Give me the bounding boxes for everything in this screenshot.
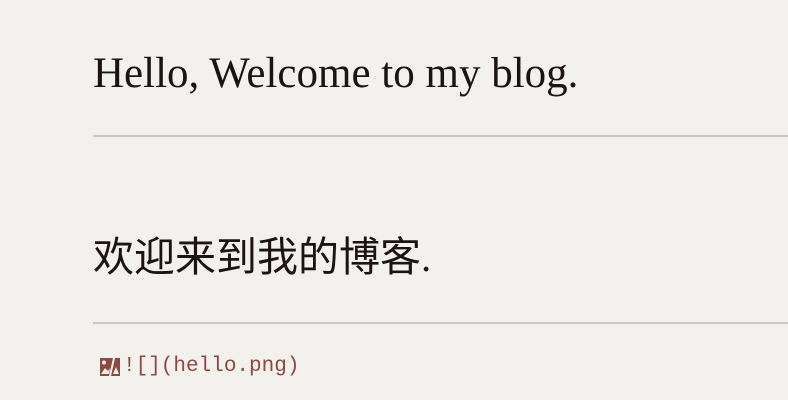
broken-image-markdown: ![](hello.png): [123, 355, 300, 378]
broken-image-icon: [99, 356, 121, 378]
blog-page: Hello, Welcome to my blog. 欢迎来到我的博客. ![]…: [0, 0, 788, 400]
heading-welcome-en: Hello, Welcome to my blog.: [93, 50, 579, 97]
horizontal-rule: [93, 135, 788, 137]
heading-welcome-zh: 欢迎来到我的博客.: [93, 234, 432, 280]
broken-image[interactable]: ![](hello.png): [99, 355, 299, 378]
horizontal-rule: [93, 322, 788, 324]
